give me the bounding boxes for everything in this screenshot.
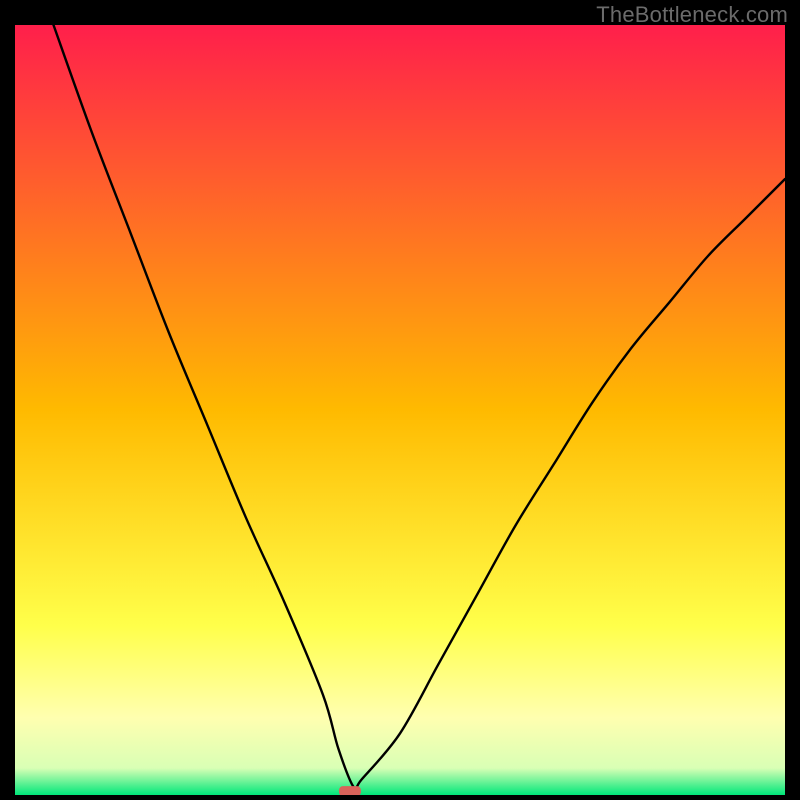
chart-svg bbox=[15, 25, 785, 795]
optimum-marker bbox=[339, 786, 361, 795]
chart-frame bbox=[15, 25, 785, 795]
chart-background bbox=[15, 25, 785, 795]
